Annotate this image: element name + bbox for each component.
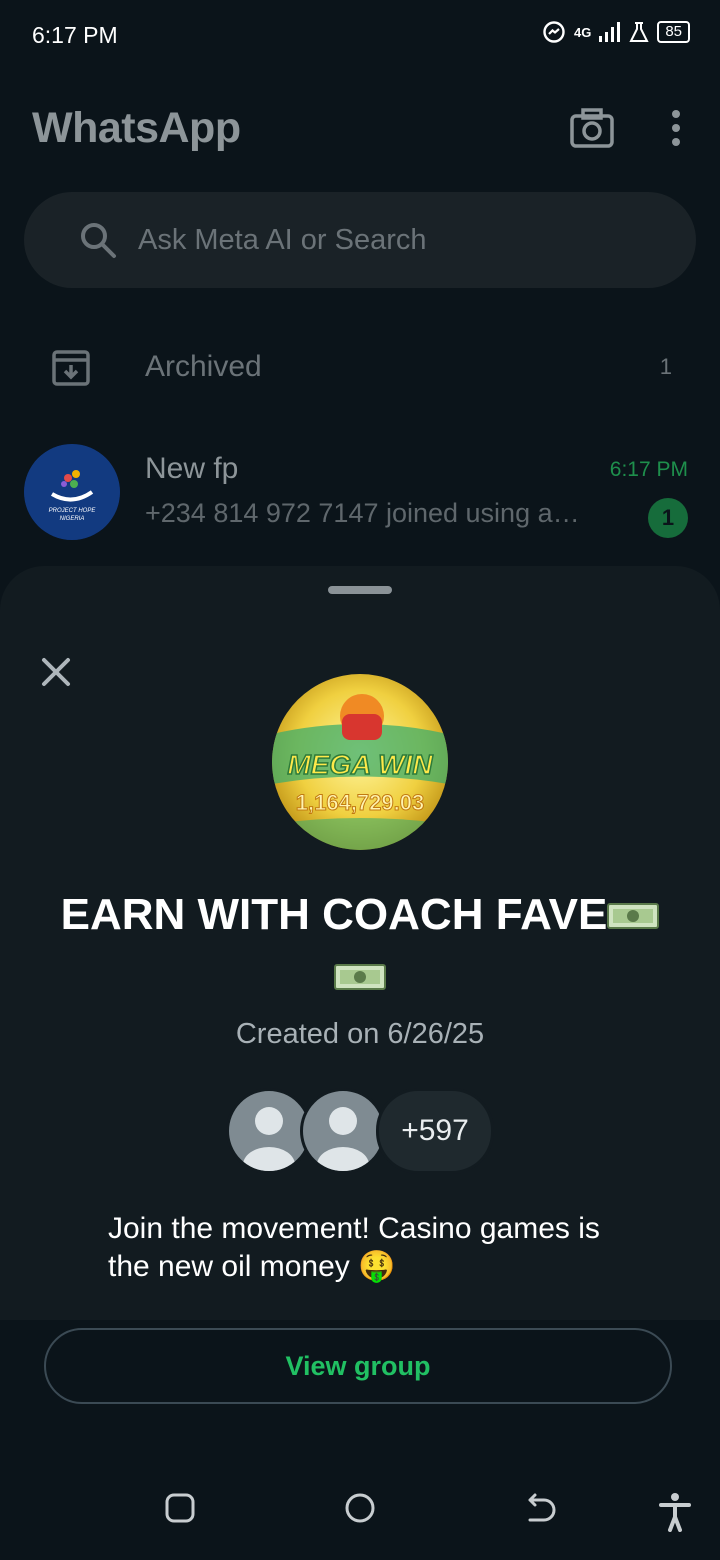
- view-group-button[interactable]: View group: [44, 1328, 672, 1404]
- money-bill-icon: [334, 949, 386, 1007]
- back-icon[interactable]: [524, 1492, 556, 1529]
- home-icon[interactable]: [344, 1492, 376, 1529]
- archived-count: 1: [659, 354, 672, 379]
- search-icon: [81, 223, 116, 258]
- camera-icon[interactable]: [570, 108, 614, 153]
- unread-badge: 1: [648, 498, 688, 538]
- archived-row[interactable]: Archived 1: [0, 330, 720, 408]
- archive-icon: [52, 350, 90, 386]
- group-title-text: EARN WITH COACH FAVE: [60, 890, 608, 939]
- member-avatars: +597: [226, 1088, 506, 1174]
- chat-preview: +234 814 972 7147 joined using a…: [145, 498, 580, 528]
- group-description: Join the movement! Casino games is the n…: [108, 1212, 600, 1283]
- archived-label: Archived: [145, 350, 262, 383]
- status-time: 6:17 PM: [32, 22, 118, 48]
- group-title: EARN WITH COACH FAVE: [40, 886, 680, 1007]
- bottom-area: View group: [0, 1320, 720, 1560]
- member-count: +597: [376, 1088, 494, 1174]
- status-icons: 4G 85: [542, 20, 690, 44]
- chat-time: 6:17 PM: [609, 458, 688, 481]
- search-placeholder: Ask Meta AI or Search: [138, 223, 427, 256]
- recent-apps-icon[interactable]: [164, 1492, 196, 1529]
- chat-name: New fp: [145, 452, 239, 485]
- group-invite-sheet: MEGA WIN 1,164,729.03 EARN WITH COACH FA…: [0, 566, 720, 1320]
- close-icon[interactable]: [38, 654, 74, 695]
- group-photo-text: MEGA WIN: [287, 749, 433, 780]
- network-type: 4G: [573, 24, 592, 40]
- created-date: Created on 6/26/25: [235, 1018, 485, 1050]
- chat-avatar: PROJECT HOPE NIGERIA: [24, 444, 120, 540]
- member-avatar: [300, 1088, 386, 1174]
- svg-text:NIGERIA: NIGERIA: [60, 516, 85, 522]
- app-title: WhatsApp: [32, 104, 241, 152]
- battery-indicator: 85: [657, 21, 690, 43]
- search-bar[interactable]: Ask Meta AI or Search: [24, 192, 696, 288]
- money-bill-icon: [607, 888, 660, 946]
- more-options-icon[interactable]: [664, 108, 688, 153]
- group-photo-amount: 1,164,729.03: [296, 790, 424, 815]
- chat-row[interactable]: PROJECT HOPE NIGERIA New fp 6:17 PM +234…: [0, 440, 720, 550]
- lab-flask-icon: [629, 22, 649, 42]
- messenger-icon: [543, 21, 565, 43]
- sheet-drag-handle[interactable]: [328, 586, 392, 594]
- accessibility-icon[interactable]: [658, 1492, 692, 1537]
- chat-avatar-text: PROJECT HOPE: [49, 508, 97, 514]
- signal-icon: [599, 22, 621, 42]
- group-photo[interactable]: MEGA WIN 1,164,729.03: [272, 674, 448, 850]
